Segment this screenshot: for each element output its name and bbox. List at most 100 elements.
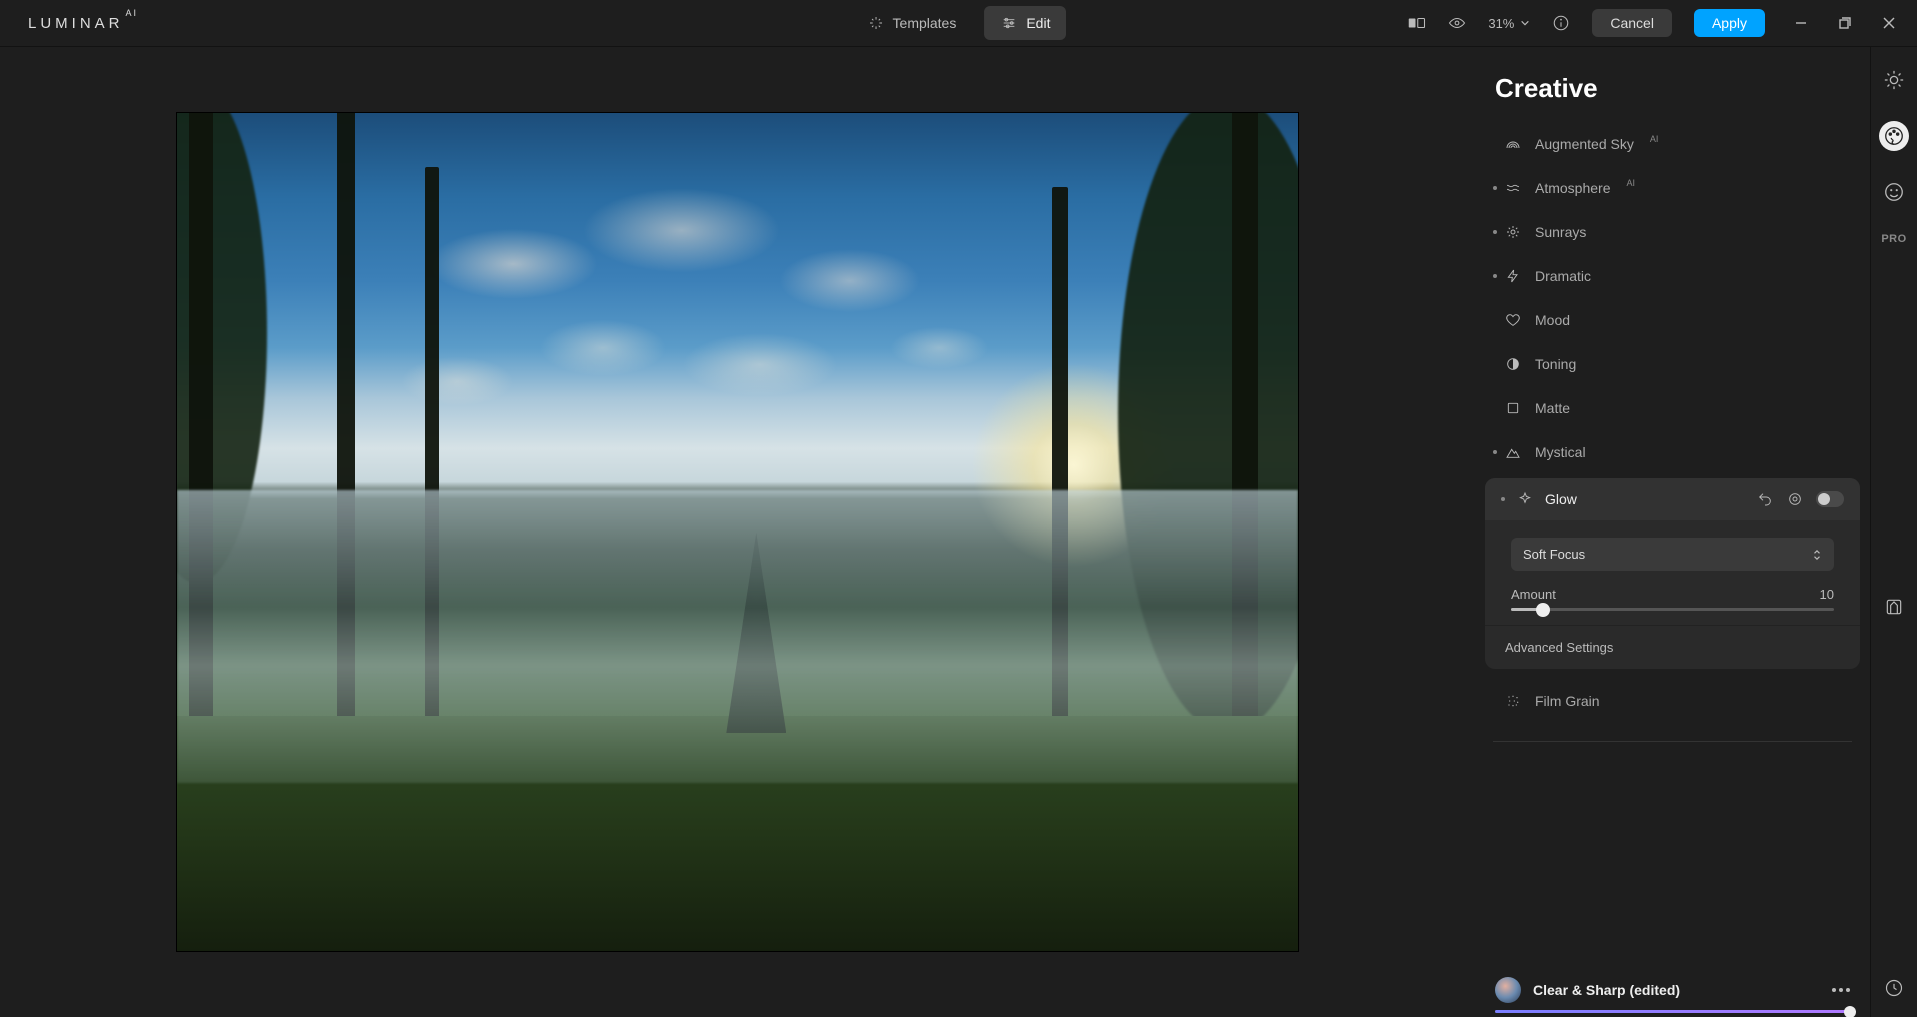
window-maximize[interactable] [1837, 15, 1853, 31]
photo-decor [425, 167, 439, 867]
modified-dot-icon [1493, 230, 1497, 234]
window-minimize[interactable] [1793, 15, 1809, 31]
preset-name[interactable]: Clear & Sharp (edited) [1533, 982, 1820, 998]
glow-title: Glow [1545, 491, 1744, 507]
sun-icon [1505, 224, 1521, 240]
top-right-controls: 31% Cancel Apply [1408, 9, 1917, 37]
tool-dramatic[interactable]: Dramatic [1475, 254, 1870, 298]
amount-value: 10 [1820, 587, 1834, 602]
sparkle-icon [867, 14, 885, 32]
preset-thumbnail[interactable] [1495, 977, 1521, 1003]
category-rail: PRO [1870, 47, 1917, 1017]
sparkle-icon [1517, 491, 1533, 507]
preset-slider-thumb[interactable] [1844, 1006, 1856, 1017]
chevron-updown-icon [1812, 548, 1822, 562]
tool-glow-card: Glow Soft Focus Amount 10 [1485, 478, 1860, 669]
heart-icon [1505, 312, 1521, 328]
photo-decor [1118, 113, 1298, 733]
zoom-control[interactable]: 31% [1488, 16, 1530, 31]
mode-switch: Templates Edit [851, 6, 1067, 40]
contrast-icon [1505, 356, 1521, 372]
modified-dot-icon [1493, 450, 1497, 454]
grain-icon [1505, 693, 1521, 709]
mountain-icon [1505, 444, 1521, 460]
zoom-value: 31% [1488, 16, 1514, 31]
tool-sunrays[interactable]: Sunrays [1475, 210, 1870, 254]
top-bar: LUMINARAI Templates Edit 31% C [0, 0, 1917, 47]
glow-header[interactable]: Glow [1485, 478, 1860, 520]
rail-creative[interactable] [1879, 121, 1909, 151]
photo-decor [189, 113, 213, 867]
panel-divider [1493, 741, 1852, 742]
tool-label: Toning [1535, 356, 1576, 372]
tool-matte[interactable]: Matte [1475, 386, 1870, 430]
app-name: LUMINAR [28, 15, 124, 32]
preset-slider-fill [1495, 1010, 1850, 1013]
tool-list: Augmented Sky AI Atmosphere AI Sunrays Dra… [1475, 122, 1870, 742]
templates-tab[interactable]: Templates [851, 6, 973, 40]
glow-mode-value: Soft Focus [1523, 547, 1585, 562]
rainbow-icon [1505, 136, 1521, 152]
glow-mode-dropdown[interactable]: Soft Focus [1511, 538, 1834, 571]
preset-menu-icon[interactable] [1832, 988, 1850, 992]
edit-label: Edit [1026, 15, 1050, 31]
amount-thumb[interactable] [1536, 603, 1550, 617]
app-suffix: AI [126, 8, 139, 18]
tool-label: Atmosphere [1535, 180, 1610, 196]
tool-label: Mood [1535, 312, 1570, 328]
mask-icon[interactable] [1786, 490, 1804, 508]
rail-essentials[interactable] [1879, 65, 1909, 95]
undo-icon[interactable] [1756, 490, 1774, 508]
photo-decor [1052, 187, 1068, 867]
photo-decor [177, 716, 1298, 951]
advanced-settings-button[interactable]: Advanced Settings [1485, 625, 1860, 669]
tool-mystical[interactable]: Mystical [1475, 430, 1870, 474]
photo-preview[interactable] [177, 113, 1298, 951]
tool-toning[interactable]: Toning [1475, 342, 1870, 386]
templates-label: Templates [893, 15, 957, 31]
compare-icon[interactable] [1408, 14, 1426, 32]
edit-panel: Creative Augmented Sky AI Atmosphere AI Su… [1475, 47, 1870, 1017]
tool-label: Mystical [1535, 444, 1586, 460]
photo-decor [337, 113, 355, 867]
glow-body: Soft Focus Amount 10 [1485, 520, 1860, 625]
tool-label: Sunrays [1535, 224, 1586, 240]
tool-label: Augmented Sky [1535, 136, 1634, 152]
tool-film-grain[interactable]: Film Grain [1475, 679, 1870, 723]
window-close[interactable] [1881, 15, 1897, 31]
cancel-button[interactable]: Cancel [1592, 9, 1672, 37]
tool-augmented-sky[interactable]: Augmented Sky AI [1475, 122, 1870, 166]
glow-toggle[interactable] [1816, 491, 1844, 507]
app-logo: LUMINARAI [0, 14, 136, 32]
rail-portrait[interactable] [1879, 177, 1909, 207]
bolt-icon [1505, 268, 1521, 284]
rail-pro[interactable]: PRO [1881, 233, 1906, 245]
tool-label: Dramatic [1535, 268, 1591, 284]
apply-button[interactable]: Apply [1694, 9, 1765, 37]
tool-mood[interactable]: Mood [1475, 298, 1870, 342]
preset-bar: Clear & Sharp (edited) [1475, 963, 1870, 1017]
amount-slider: Amount 10 [1511, 587, 1834, 611]
rail-composition[interactable] [1879, 592, 1909, 622]
ai-badge: AI [1626, 178, 1635, 188]
rail-history[interactable] [1879, 973, 1909, 1003]
info-icon[interactable] [1552, 14, 1570, 32]
chevron-down-icon [1520, 18, 1530, 28]
tool-atmosphere[interactable]: Atmosphere AI [1475, 166, 1870, 210]
waves-icon [1505, 180, 1521, 196]
preset-strength-slider[interactable] [1495, 1010, 1850, 1013]
amount-track[interactable] [1511, 608, 1834, 611]
sliders-icon [1000, 14, 1018, 32]
tool-label: Film Grain [1535, 693, 1600, 709]
photo-decor [1232, 113, 1258, 867]
canvas-area[interactable] [0, 47, 1475, 1017]
photo-decor [726, 533, 786, 733]
ai-badge: AI [1650, 134, 1659, 144]
edit-tab[interactable]: Edit [984, 6, 1066, 40]
tool-label: Matte [1535, 400, 1570, 416]
modified-dot-icon [1501, 497, 1505, 501]
modified-dot-icon [1493, 274, 1497, 278]
amount-label: Amount [1511, 587, 1556, 602]
panel-title: Creative [1475, 73, 1870, 122]
preview-eye-icon[interactable] [1448, 14, 1466, 32]
